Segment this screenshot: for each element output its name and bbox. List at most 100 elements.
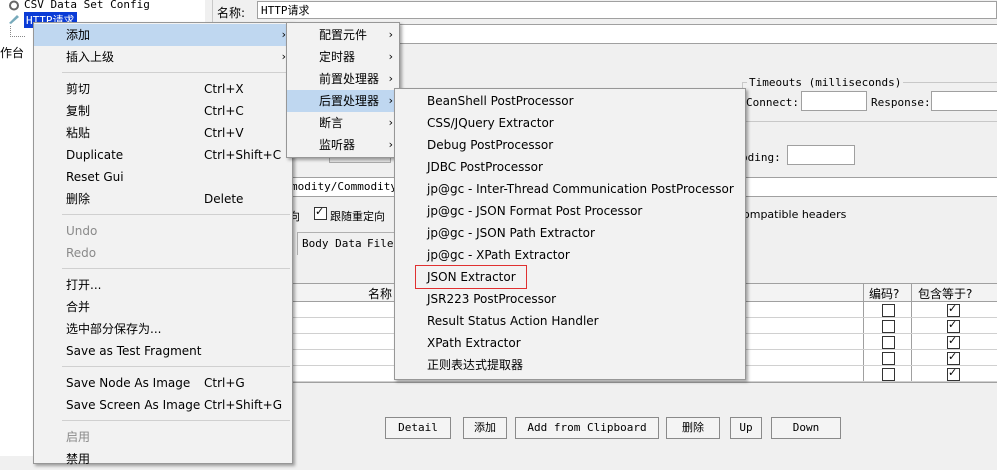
add-submenu-item-5[interactable]: 监听器 › [287,134,399,156]
name-input-value: HTTP请求 [261,4,310,17]
include-equals-checkbox[interactable] [947,302,960,317]
menu-item-3[interactable]: 剪切 Ctrl+X [34,78,292,100]
compatible-headers-label: ompatible headers [743,208,847,221]
post-processor-label: XPath Extractor [427,336,521,350]
menu-item-1[interactable]: 插入上级 › [34,46,292,68]
add-submenu-item-1[interactable]: 定时器 › [287,46,399,68]
encode-checkbox[interactable] [882,320,895,333]
button-1[interactable]: 添加 [463,417,507,439]
post-processor-item-jp-gc-json-path-extractor[interactable]: jp@gc - JSON Path Extractor [395,222,745,244]
name-label: 名称: [217,6,246,20]
menu-item-18[interactable]: Save Node As Image Ctrl+G [34,372,292,394]
menu-item-8[interactable]: 删除 Delete [34,188,292,210]
post-processor-item-jp-gc-inter-thread-communication-postprocessor[interactable]: jp@gc - Inter-Thread Communication PostP… [395,178,745,200]
post-processor-label: JSR223 PostProcessor [427,292,557,306]
include-equals-checkbox[interactable] [947,350,960,365]
submenu-item-label: 配置元件 [319,28,368,42]
menu-item-7[interactable]: Reset Gui [34,166,292,188]
menu-item-4[interactable]: 复制 Ctrl+C [34,100,292,122]
encode-checkbox[interactable] [882,336,895,349]
add-from-clipboard-button[interactable]: Add from Clipboard [515,417,659,439]
post-processor-item-json-extractor[interactable]: JSON Extractor [395,265,745,289]
tree-connector [10,26,25,37]
menu-item-10[interactable]: Undo [34,220,292,242]
post-processor-item-item[interactable]: 正则表达式提取器 [395,354,745,376]
pen-icon [8,13,20,24]
submenu-item-label: 监听器 [319,138,356,152]
add-submenu: 配置元件 › 定时器 › 前置处理器 › 后置处理器 › 断言 › 监听器 › [286,22,400,158]
menu-item-shortcut: Ctrl+V [204,126,244,140]
post-processor-label: CSS/JQuery Extractor [427,116,554,130]
menu-item-shortcut: Ctrl+Shift+G [204,398,283,412]
menu-item-shortcut: Ctrl+G [204,376,245,390]
post-processor-item-jp-gc-json-format-post-processor[interactable]: jp@gc - JSON Format Post Processor [395,200,745,222]
down-button[interactable]: Down [771,417,841,439]
menu-item-label: 打开... [66,278,102,292]
post-processor-item-jp-gc-xpath-extractor[interactable]: jp@gc - XPath Extractor [395,244,745,266]
menu-item-shortcut: Ctrl+Shift+C [204,148,282,162]
menu-item-5[interactable]: 粘贴 Ctrl+V [34,122,292,144]
post-processor-item-debug-postprocessor[interactable]: Debug PostProcessor [395,134,745,156]
encode-checkbox[interactable] [882,368,895,381]
menu-item-11[interactable]: Redo [34,242,292,264]
up-button[interactable]: Up [730,417,762,439]
connect-timeout-input[interactable] [801,91,867,111]
menu-item-14[interactable]: 合并 [34,296,292,318]
follow-redirect-checkbox[interactable] [314,205,327,220]
menu-item-label: Save Node As Image [66,376,191,390]
response-timeout-input[interactable] [931,91,997,111]
tab-body-data[interactable]: Body Data File [297,232,395,255]
menu-item-13[interactable]: 打开... [34,274,292,296]
post-processor-submenu: BeanShell PostProcessor CSS/JQuery Extrac… [394,88,746,380]
follow-redirect-label: 跟随重定向 [330,210,385,223]
encode-checkbox[interactable] [882,352,895,365]
post-processor-label: jp@gc - JSON Path Extractor [427,226,595,240]
post-processor-label: Debug PostProcessor [427,138,554,152]
chevron-right-icon: › [388,28,393,41]
post-processor-item-result-status-action-handler[interactable]: Result Status Action Handler [395,310,745,332]
include-equals-checkbox[interactable] [947,334,960,349]
menu-item-21[interactable]: 启用 [34,426,292,448]
menu-item-22[interactable]: 禁用 [34,448,292,470]
menu-item-16[interactable]: Save as Test Fragment [34,340,292,362]
post-processor-item-css-jquery-extractor[interactable]: CSS/JQuery Extractor [395,112,745,134]
chevron-right-icon: › [388,116,393,129]
tree-node-csv-config[interactable]: CSV Data Set Config [24,0,150,11]
button-3[interactable]: 删除 [666,417,720,439]
menu-item-19[interactable]: Save Screen As Image Ctrl+Shift+G [34,394,292,416]
post-processor-item-xpath-extractor[interactable]: XPath Extractor [395,332,745,354]
menu-item-label: 删除 [66,192,91,206]
menu-item-label: 合并 [66,300,91,314]
tab-files-label: File [367,237,394,250]
add-submenu-item-2[interactable]: 前置处理器 › [287,68,399,90]
highlight-box [415,265,527,289]
detail-button[interactable]: Detail [385,417,451,439]
connect-label: Connect: [746,96,799,109]
menu-item-label: Save as Test Fragment [66,344,202,358]
menu-item-label: Duplicate [66,148,124,162]
post-processor-item-jsr223-postprocessor[interactable]: JSR223 PostProcessor [395,288,745,310]
chevron-right-icon: › [388,94,393,107]
csv-config-label: CSV Data Set Config [24,0,150,11]
path-input-value: modity/CommodityL [291,180,404,193]
add-submenu-item-4[interactable]: 断言 › [287,112,399,134]
menu-item-label: 复制 [66,104,91,118]
encode-checkbox[interactable] [882,304,895,317]
menu-item-15[interactable]: 选中部分保存为... [34,318,292,340]
include-equals-checkbox[interactable] [947,366,960,381]
menu-item-0[interactable]: 添加 › [34,24,292,46]
menu-item-6[interactable]: Duplicate Ctrl+Shift+C [34,144,292,166]
tab-body-data-label: Body Data [302,237,362,250]
encoding-input[interactable] [787,145,855,165]
post-processor-item-jdbc-postprocessor[interactable]: JDBC PostProcessor [395,156,745,178]
add-submenu-item-3[interactable]: 后置处理器 › [287,90,399,112]
menu-item-label: Undo [66,224,98,238]
include-equals-checkbox[interactable] [947,318,960,333]
menu-item-shortcut: Ctrl+C [204,104,244,118]
add-submenu-item-0[interactable]: 配置元件 › [287,24,399,46]
name-input[interactable]: HTTP请求 [257,1,997,19]
menu-item-label: 粘贴 [66,126,91,140]
table-header-include-equals: 包含等于? [918,287,973,301]
post-processor-label: BeanShell PostProcessor [427,94,574,108]
post-processor-item-beanshell-postprocessor[interactable]: BeanShell PostProcessor [395,90,745,112]
